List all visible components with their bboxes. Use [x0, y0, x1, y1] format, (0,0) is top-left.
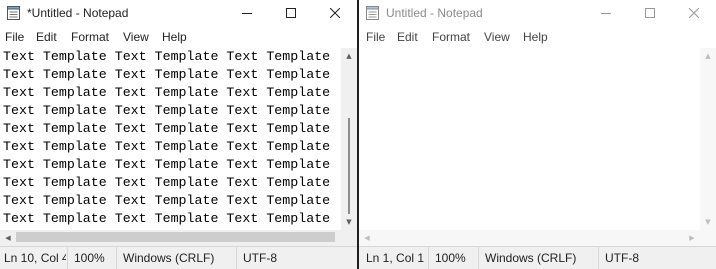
- menu-view[interactable]: View: [123, 30, 149, 44]
- status-bar: Ln 1, Col 1 100% Windows (CRLF) UTF-8: [359, 246, 716, 269]
- scrollbar-corner: [341, 230, 357, 246]
- window-title: Untitled - Notepad: [386, 6, 483, 20]
- text-editor[interactable]: [359, 48, 700, 230]
- status-line-ending: Windows (CRLF): [478, 247, 595, 269]
- maximize-button[interactable]: [269, 0, 313, 26]
- menu-format[interactable]: Format: [432, 30, 470, 44]
- minimize-button[interactable]: [225, 0, 269, 26]
- status-cursor-position: Ln 10, Col 4: [4, 251, 66, 265]
- notepad-icon: [366, 6, 379, 20]
- text-line: Text Template Text Template Text Templat…: [3, 139, 331, 154]
- text-line: Text Template Text Template Text Templat…: [3, 103, 331, 118]
- text-line: Text Template Text Template Text Templat…: [3, 193, 331, 208]
- minimize-icon: [601, 13, 611, 14]
- text-line: Text Template Text Template Text Templat…: [3, 49, 331, 64]
- text-line: Text Template Text Template Text Templat…: [3, 67, 331, 82]
- scroll-left-arrow-icon[interactable]: ◀: [0, 230, 16, 246]
- scroll-down-arrow-icon[interactable]: ▼: [700, 214, 716, 230]
- status-bar: Ln 10, Col 4 100% Windows (CRLF) UTF-8: [0, 246, 357, 269]
- status-cursor-position: Ln 1, Col 1: [366, 251, 425, 265]
- minimize-button[interactable]: [584, 0, 628, 26]
- status-line-ending: Windows (CRLF): [116, 247, 233, 269]
- notepad-window-active: *Untitled - Notepad File Edit Format Vie…: [0, 0, 357, 269]
- notepad-icon: [7, 6, 20, 20]
- status-encoding: UTF-8: [236, 247, 353, 269]
- menu-help[interactable]: Help: [162, 30, 187, 44]
- title-bar[interactable]: *Untitled - Notepad: [0, 0, 357, 26]
- close-icon: [689, 8, 699, 18]
- scroll-down-arrow-icon[interactable]: ▼: [341, 214, 357, 230]
- close-icon: [330, 8, 340, 18]
- menu-file[interactable]: File: [5, 30, 24, 44]
- text-line: Text Template Text Template Text Templat…: [3, 157, 331, 172]
- menu-bar: File Edit Format View Help: [0, 26, 357, 48]
- maximize-icon: [645, 8, 655, 18]
- status-zoom: 100%: [428, 247, 475, 269]
- scroll-up-arrow-icon[interactable]: ▲: [700, 48, 716, 64]
- vertical-scrollbar[interactable]: ▲ ▼: [700, 48, 716, 230]
- scroll-right-arrow-icon[interactable]: ▶: [684, 230, 700, 246]
- menu-help[interactable]: Help: [523, 30, 548, 44]
- status-encoding: UTF-8: [598, 247, 715, 269]
- close-button[interactable]: [672, 0, 716, 26]
- scroll-up-arrow-icon[interactable]: ▲: [341, 48, 357, 64]
- menu-file[interactable]: File: [366, 30, 385, 44]
- text-line: Text Template Text Template Text Templat…: [3, 211, 331, 226]
- minimize-icon: [242, 13, 252, 14]
- text-line: Text Template Text Template Text Templat…: [3, 85, 331, 100]
- scroll-left-arrow-icon[interactable]: ◀: [359, 230, 375, 246]
- text-line: Text Template Text Template Text Templat…: [3, 121, 331, 136]
- notepad-window-inactive: Untitled - Notepad File Edit Format View…: [359, 0, 716, 269]
- menu-view[interactable]: View: [484, 30, 510, 44]
- vertical-scrollbar[interactable]: ▲ ▼: [341, 48, 357, 230]
- close-button[interactable]: [313, 0, 357, 26]
- horizontal-scroll-thumb[interactable]: [16, 232, 335, 242]
- vertical-scroll-thumb[interactable]: [348, 118, 350, 214]
- menu-bar: File Edit Format View Help: [359, 26, 716, 48]
- horizontal-scrollbar[interactable]: ◀ ▶: [359, 230, 700, 246]
- text-line: Text Template Text Template Text Templat…: [3, 175, 331, 190]
- status-zoom: 100%: [67, 247, 114, 269]
- title-bar[interactable]: Untitled - Notepad: [359, 0, 716, 26]
- maximize-button[interactable]: [628, 0, 672, 26]
- menu-format[interactable]: Format: [71, 30, 109, 44]
- text-editor[interactable]: Text Template Text Template Text Templat…: [0, 48, 341, 230]
- menu-edit[interactable]: Edit: [36, 30, 57, 44]
- window-title: *Untitled - Notepad: [27, 6, 129, 20]
- menu-edit[interactable]: Edit: [397, 30, 418, 44]
- scrollbar-corner: [700, 230, 716, 246]
- horizontal-scrollbar[interactable]: ◀: [0, 230, 341, 246]
- maximize-icon: [286, 8, 296, 18]
